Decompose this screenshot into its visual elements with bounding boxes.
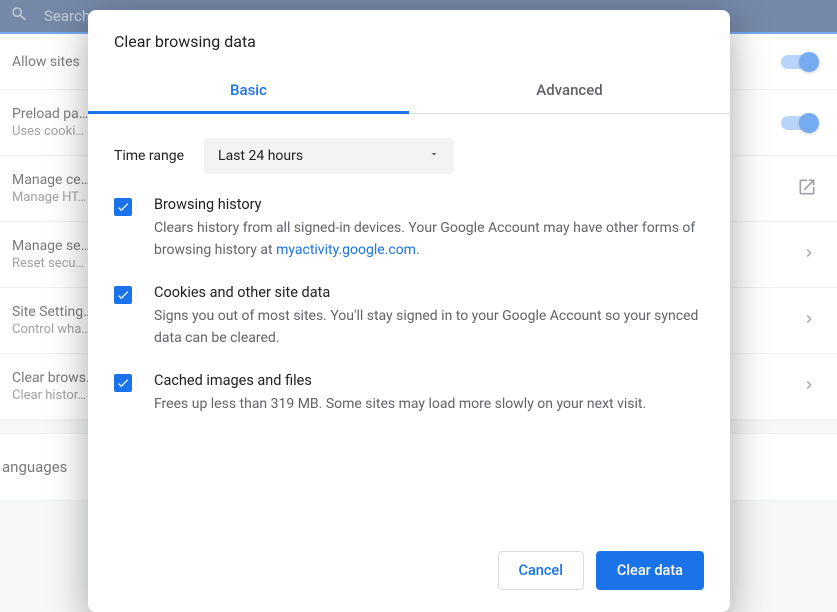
option-desc: Signs you out of most sites. You'll stay… [154, 305, 704, 350]
time-range-value: Last 24 hours [218, 148, 303, 164]
row-sub: Clear histor… [12, 388, 95, 403]
chevron-right-icon [801, 377, 817, 397]
dialog-footer: Cancel Clear data [88, 533, 730, 612]
option-cookies: Cookies and other site data Signs you ou… [114, 284, 704, 350]
checkbox-cookies[interactable] [114, 286, 132, 304]
tab-basic[interactable]: Basic [88, 69, 409, 113]
time-range-select[interactable]: Last 24 hours [204, 138, 454, 174]
checkbox-history[interactable] [114, 198, 132, 216]
clear-data-button[interactable]: Clear data [596, 551, 704, 590]
row-title: Preload pa… [12, 106, 88, 122]
option-desc: Frees up less than 319 MB. Some sites ma… [154, 393, 646, 415]
tab-advanced[interactable]: Advanced [409, 69, 730, 113]
row-title: Site Setting… [12, 304, 92, 320]
option-title: Cached images and files [154, 372, 646, 389]
option-desc: Clears history from all signed-in device… [154, 217, 704, 262]
toggle[interactable] [781, 55, 817, 69]
dialog-title: Clear browsing data [88, 10, 730, 69]
row-title: Clear brows… [12, 370, 95, 386]
toggle[interactable] [781, 116, 817, 130]
option-title: Cookies and other site data [154, 284, 704, 301]
option-browsing-history: Browsing history Clears history from all… [114, 196, 704, 262]
time-range-label: Time range [114, 148, 184, 164]
cancel-button[interactable]: Cancel [498, 551, 584, 590]
option-title: Browsing history [154, 196, 704, 213]
dropdown-icon [428, 148, 440, 164]
row-title: Manage ce… [12, 172, 90, 188]
checkbox-cache[interactable] [114, 374, 132, 392]
row-title: Allow sites [12, 54, 80, 70]
search-icon [10, 5, 28, 27]
chevron-right-icon [801, 245, 817, 265]
row-title: Manage se… [12, 238, 90, 254]
option-cache: Cached images and files Frees up less th… [114, 372, 704, 415]
row-sub: Manage HT… [12, 190, 90, 205]
clear-browsing-dialog: Clear browsing data Basic Advanced Time … [88, 10, 730, 612]
dialog-tabs: Basic Advanced [88, 69, 730, 114]
time-range-row: Time range Last 24 hours [114, 138, 704, 174]
row-sub: Control wha… [12, 322, 92, 337]
open-external-icon [797, 177, 817, 201]
chevron-right-icon [801, 311, 817, 331]
myactivity-link[interactable]: myactivity.google.com [276, 242, 416, 258]
row-sub: Reset secu… [12, 256, 90, 271]
row-sub: Uses cooki… [12, 124, 88, 139]
dialog-body: Time range Last 24 hours Browsing histor… [88, 114, 730, 533]
